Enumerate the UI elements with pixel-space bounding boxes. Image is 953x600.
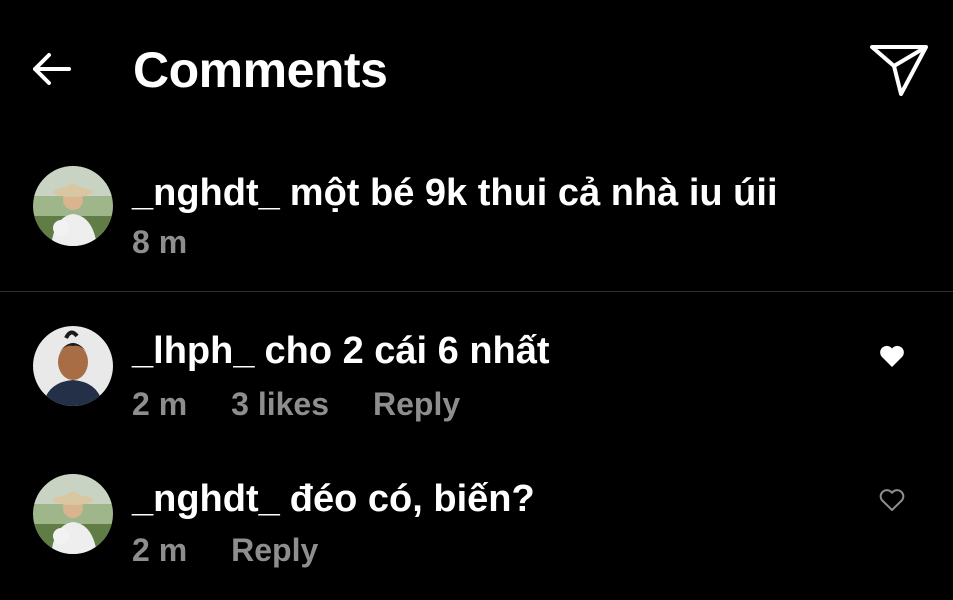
comment-text: _nghdt_ đéo có, biến?	[132, 476, 535, 522]
like-button[interactable]	[876, 484, 908, 516]
comment-timestamp: 2 m	[132, 532, 188, 568]
comment-username[interactable]: _nghdt_	[132, 478, 280, 520]
avatar-photo-lhph	[33, 326, 113, 406]
heart-filled-icon	[880, 345, 904, 367]
comment-body: đéo có, biến?	[289, 478, 535, 520]
back-button[interactable]	[26, 44, 76, 94]
avatar[interactable]	[33, 166, 113, 246]
caption-username[interactable]: _nghdt_	[132, 172, 280, 214]
paper-plane-icon	[870, 45, 928, 96]
heart-outline-icon	[879, 489, 905, 511]
comment-text: _lhph_ cho 2 cái 6 nhất	[132, 328, 550, 374]
comment-meta: 2 m 3 likes Reply	[132, 384, 504, 424]
comment-timestamp: 2 m	[132, 386, 188, 422]
caption-text: _nghdt_ một bé 9k thui cả nhà iu úii	[132, 170, 778, 216]
arrow-left-icon	[33, 53, 71, 85]
comment-body: cho 2 cái 6 nhất	[264, 330, 550, 372]
comment-meta: 2 m Reply	[132, 530, 362, 570]
share-button[interactable]	[866, 40, 932, 100]
page-title: Comments	[133, 42, 388, 98]
comment-username[interactable]: _lhph_	[132, 330, 254, 372]
avatar[interactable]	[33, 474, 113, 554]
avatar-photo-nghdt	[33, 166, 113, 246]
avatar[interactable]	[33, 326, 113, 406]
caption-meta: 8 m	[132, 222, 231, 262]
likes-count-button[interactable]: 3 likes	[231, 386, 329, 422]
comment-row: _nghdt_ đéo có, biến? 2 m Reply	[0, 442, 953, 600]
avatar-photo-nghdt	[33, 474, 113, 554]
comment-row: _lhph_ cho 2 cái 6 nhất 2 m 3 likes Reply	[0, 292, 953, 442]
caption-body: một bé 9k thui cả nhà iu úii	[289, 172, 778, 214]
top-bar: Comments	[0, 0, 953, 140]
reply-button[interactable]: Reply	[373, 386, 460, 422]
like-button[interactable]	[876, 340, 908, 372]
caption-timestamp: 8 m	[132, 224, 188, 260]
post-caption: _nghdt_ một bé 9k thui cả nhà iu úii 8 m	[0, 140, 953, 292]
reply-button[interactable]: Reply	[231, 532, 318, 568]
